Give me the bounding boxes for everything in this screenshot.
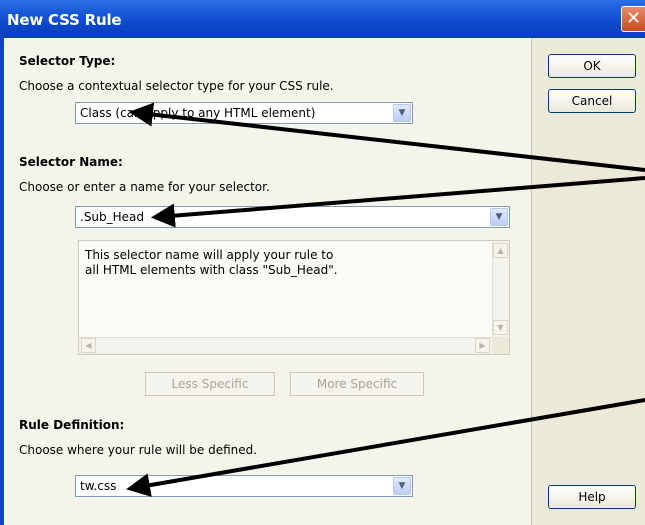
annotation-arrows	[126, 102, 645, 498]
arrow-to-selector-name	[150, 176, 645, 228]
arrow-to-rule-definition	[126, 398, 645, 498]
arrow-to-selector-type	[128, 102, 645, 172]
